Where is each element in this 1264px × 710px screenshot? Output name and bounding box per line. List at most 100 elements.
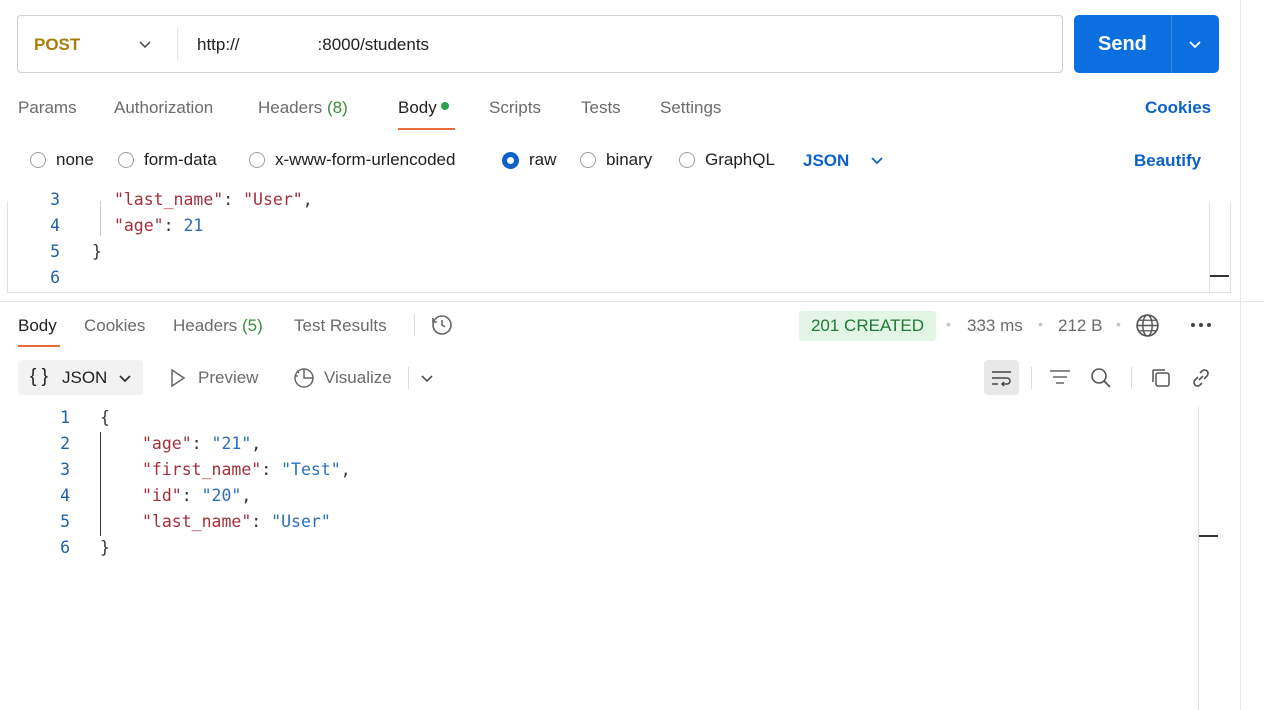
tab-settings[interactable]: Settings <box>660 98 721 118</box>
copy-icon[interactable] <box>1149 366 1173 390</box>
more-icon[interactable] <box>1189 318 1213 332</box>
json-key: "age" <box>142 434 192 453</box>
radio-graphql[interactable]: GraphQL <box>679 150 775 170</box>
code-line: 6} <box>50 538 110 557</box>
radio-circle[interactable] <box>580 152 596 168</box>
response-tab-headers[interactable]: Headers (5) <box>173 316 263 336</box>
response-size[interactable]: 212 B <box>1058 316 1102 336</box>
editor-scrollbar[interactable] <box>1209 201 1210 293</box>
line-number: 3 <box>50 190 60 209</box>
method-select[interactable]: POST <box>34 35 80 55</box>
tab-headers[interactable]: Headers (8) <box>258 98 348 118</box>
line-number: 1 <box>60 408 70 427</box>
play-icon <box>171 368 186 388</box>
code-line: 5 "last_name": "User" <box>50 512 331 531</box>
cookies-link[interactable]: Cookies <box>1145 98 1211 118</box>
json-tail: , <box>251 434 262 453</box>
status-badge[interactable]: 201 CREATED <box>799 311 936 341</box>
send-label: Send <box>1098 33 1147 55</box>
line-number: 5 <box>60 512 70 531</box>
json-value: "20" <box>201 486 242 505</box>
json-value: 21 <box>183 216 204 235</box>
response-time[interactable]: 333 ms <box>967 316 1023 336</box>
chevron-down-icon[interactable] <box>1186 35 1204 53</box>
response-format-label: JSON <box>62 368 108 387</box>
radio-raw[interactable]: raw <box>502 150 556 170</box>
chevron-down-icon[interactable] <box>116 369 134 387</box>
url-prefix: http:// <box>197 35 240 54</box>
chevron-down-icon[interactable] <box>868 151 886 169</box>
json-value: "User" <box>271 512 331 531</box>
json-key: "age" <box>113 216 164 235</box>
radio-form-data[interactable]: form-data <box>118 150 217 170</box>
history-icon[interactable] <box>430 313 454 337</box>
chevron-down-icon[interactable] <box>418 369 436 387</box>
json-brace: } <box>100 538 110 557</box>
code-line: 3 "first_name": "Test", <box>50 460 351 479</box>
radio-circle[interactable] <box>118 152 134 168</box>
response-tab-test-results[interactable]: Test Results <box>294 316 387 336</box>
url-input[interactable]: http://:8000/students <box>197 35 429 55</box>
json-sep: : <box>251 512 272 531</box>
response-tab-body[interactable]: Body <box>18 316 57 336</box>
line-number: 2 <box>60 434 70 453</box>
code-line: 5 } <box>40 242 102 261</box>
json-value: "User" <box>243 190 303 209</box>
right-panel-border <box>1240 0 1241 710</box>
visualize-button[interactable]: Visualize <box>324 368 392 388</box>
preview-button[interactable]: Preview <box>198 368 258 388</box>
radio-label: binary <box>606 150 653 169</box>
scroll-position-marker[interactable] <box>1199 535 1218 537</box>
radio-circle[interactable] <box>679 152 695 168</box>
wrap-icon <box>992 371 1011 387</box>
toolbar-separator <box>414 314 415 336</box>
active-tab-indicator <box>18 345 60 347</box>
radio-label: GraphQL <box>705 150 775 169</box>
tab-params[interactable]: Params <box>18 98 77 118</box>
braces-icon: { } <box>30 366 48 387</box>
radio-circle[interactable] <box>249 152 265 168</box>
json-key: "last_name" <box>142 512 252 531</box>
link-icon[interactable] <box>1189 366 1213 390</box>
json-value: "Test" <box>281 460 341 479</box>
json-brace: } <box>91 242 102 261</box>
response-scrollbar[interactable] <box>1198 407 1199 710</box>
body-format-select[interactable]: JSON <box>803 151 849 171</box>
line-number: 6 <box>60 538 70 557</box>
toolbar-separator <box>1131 367 1132 389</box>
radio-none[interactable]: none <box>30 150 94 170</box>
radio-urlencoded[interactable]: x-www-form-urlencoded <box>249 150 455 170</box>
json-sep: : <box>181 486 202 505</box>
radio-label: raw <box>529 150 557 169</box>
pane-divider[interactable] <box>0 301 1264 302</box>
response-tab-headers-count: (5) <box>242 316 263 335</box>
beautify-button[interactable]: Beautify <box>1134 151 1201 171</box>
chevron-down-icon[interactable] <box>136 35 154 53</box>
radio-binary[interactable]: binary <box>580 150 652 170</box>
tab-authorization[interactable]: Authorization <box>114 98 213 118</box>
body-modified-dot <box>440 102 449 110</box>
radio-label: none <box>56 150 94 169</box>
radio-circle-selected[interactable] <box>502 151 519 169</box>
json-key: "id" <box>142 486 182 505</box>
tab-body[interactable]: Body <box>398 98 449 118</box>
visualize-icon <box>294 368 314 388</box>
json-sep: : <box>191 434 212 453</box>
radio-label: x-www-form-urlencoded <box>275 150 456 169</box>
radio-circle[interactable] <box>30 152 46 168</box>
toolbar-separator <box>408 367 409 389</box>
send-divider <box>1171 15 1172 73</box>
scroll-position-marker[interactable] <box>1210 275 1229 277</box>
code-line: 4 "age": 21 <box>40 216 203 235</box>
tab-scripts[interactable]: Scripts <box>489 98 541 118</box>
code-line: 4 "id": "20", <box>50 486 251 505</box>
meta-separator: • <box>1116 316 1121 332</box>
tab-tests[interactable]: Tests <box>581 98 621 118</box>
search-icon[interactable] <box>1089 366 1113 390</box>
response-tab-cookies[interactable]: Cookies <box>84 316 145 336</box>
response-tab-headers-label: Headers <box>173 316 238 335</box>
request-body-editor[interactable] <box>7 201 1231 293</box>
filter-icon[interactable] <box>1048 367 1072 389</box>
globe-icon[interactable] <box>1135 313 1160 338</box>
radio-label: form-data <box>144 150 217 169</box>
